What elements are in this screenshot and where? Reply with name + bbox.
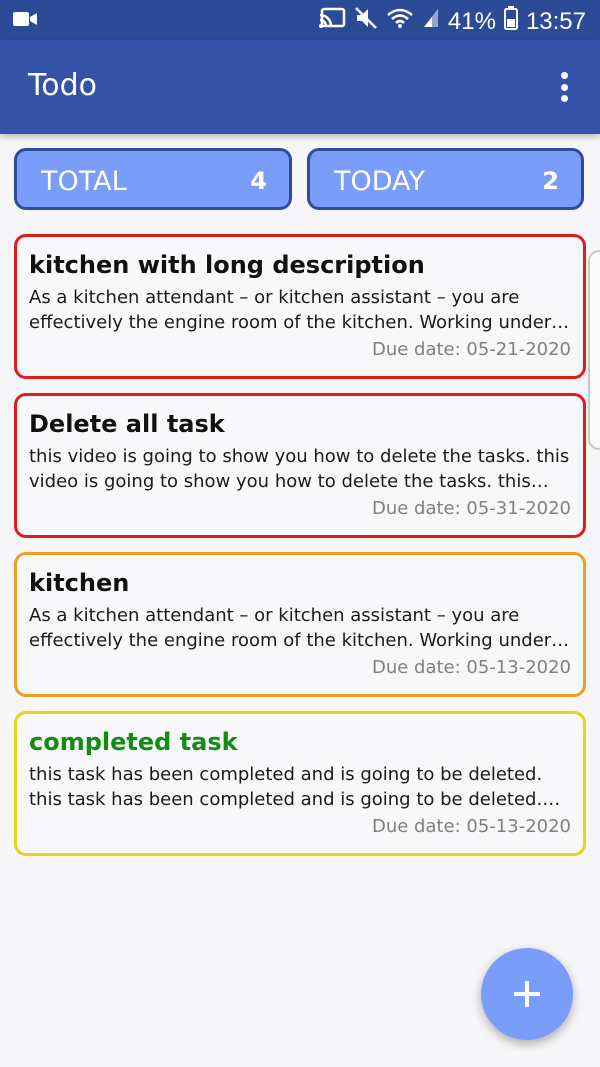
task-card[interactable]: kitchen As a kitchen attendant – or kitc… xyxy=(14,552,586,697)
app-title: Todo xyxy=(28,68,97,103)
total-label: TOTAL xyxy=(41,166,127,197)
edge-panel-handle[interactable] xyxy=(588,250,600,450)
total-counter[interactable]: TOTAL 4 xyxy=(14,148,292,210)
task-title: kitchen with long description xyxy=(29,251,425,279)
more-vert-icon[interactable] xyxy=(554,72,574,102)
cast-icon xyxy=(318,7,346,36)
battery-percent: 41% xyxy=(447,7,496,35)
task-due-date: Due date: 05-21-2020 xyxy=(371,339,571,360)
wifi-icon xyxy=(386,7,414,36)
task-description: this task has been completed and is goin… xyxy=(29,764,543,810)
task-title: completed task xyxy=(29,728,238,756)
app-bar: Todo xyxy=(0,40,600,134)
task-due-date: Due date: 05-13-2020 xyxy=(371,816,571,837)
task-due-date: Due date: 05-31-2020 xyxy=(371,498,571,519)
add-task-button[interactable] xyxy=(481,948,573,1040)
task-description: As a kitchen attendant – or kitchen assi… xyxy=(29,287,552,333)
today-label: TODAY xyxy=(334,166,425,197)
today-counter[interactable]: TODAY 2 xyxy=(307,148,584,210)
task-card[interactable]: kitchen with long description As a kitch… xyxy=(14,234,586,379)
task-due-date: Due date: 05-13-2020 xyxy=(371,657,571,678)
task-description: As a kitchen attendant – or kitchen assi… xyxy=(29,605,552,651)
video-camera-icon xyxy=(12,9,38,34)
clock: 13:57 xyxy=(525,7,586,35)
task-title: kitchen xyxy=(29,569,130,597)
today-count: 2 xyxy=(542,167,559,195)
task-description: this video is going to show you how to d… xyxy=(29,446,570,492)
plus-icon xyxy=(514,981,540,1007)
task-card[interactable]: Delete all task this video is going to s… xyxy=(14,393,586,538)
task-card[interactable]: completed task this task has been comple… xyxy=(14,711,586,856)
battery-icon xyxy=(503,6,518,37)
signal-icon xyxy=(422,7,440,36)
total-count: 4 xyxy=(250,167,267,195)
mute-icon xyxy=(354,6,378,37)
task-list: kitchen with long description As a kitch… xyxy=(14,234,586,870)
task-title: Delete all task xyxy=(29,410,225,438)
status-bar: 41% 13:57 xyxy=(0,0,600,40)
